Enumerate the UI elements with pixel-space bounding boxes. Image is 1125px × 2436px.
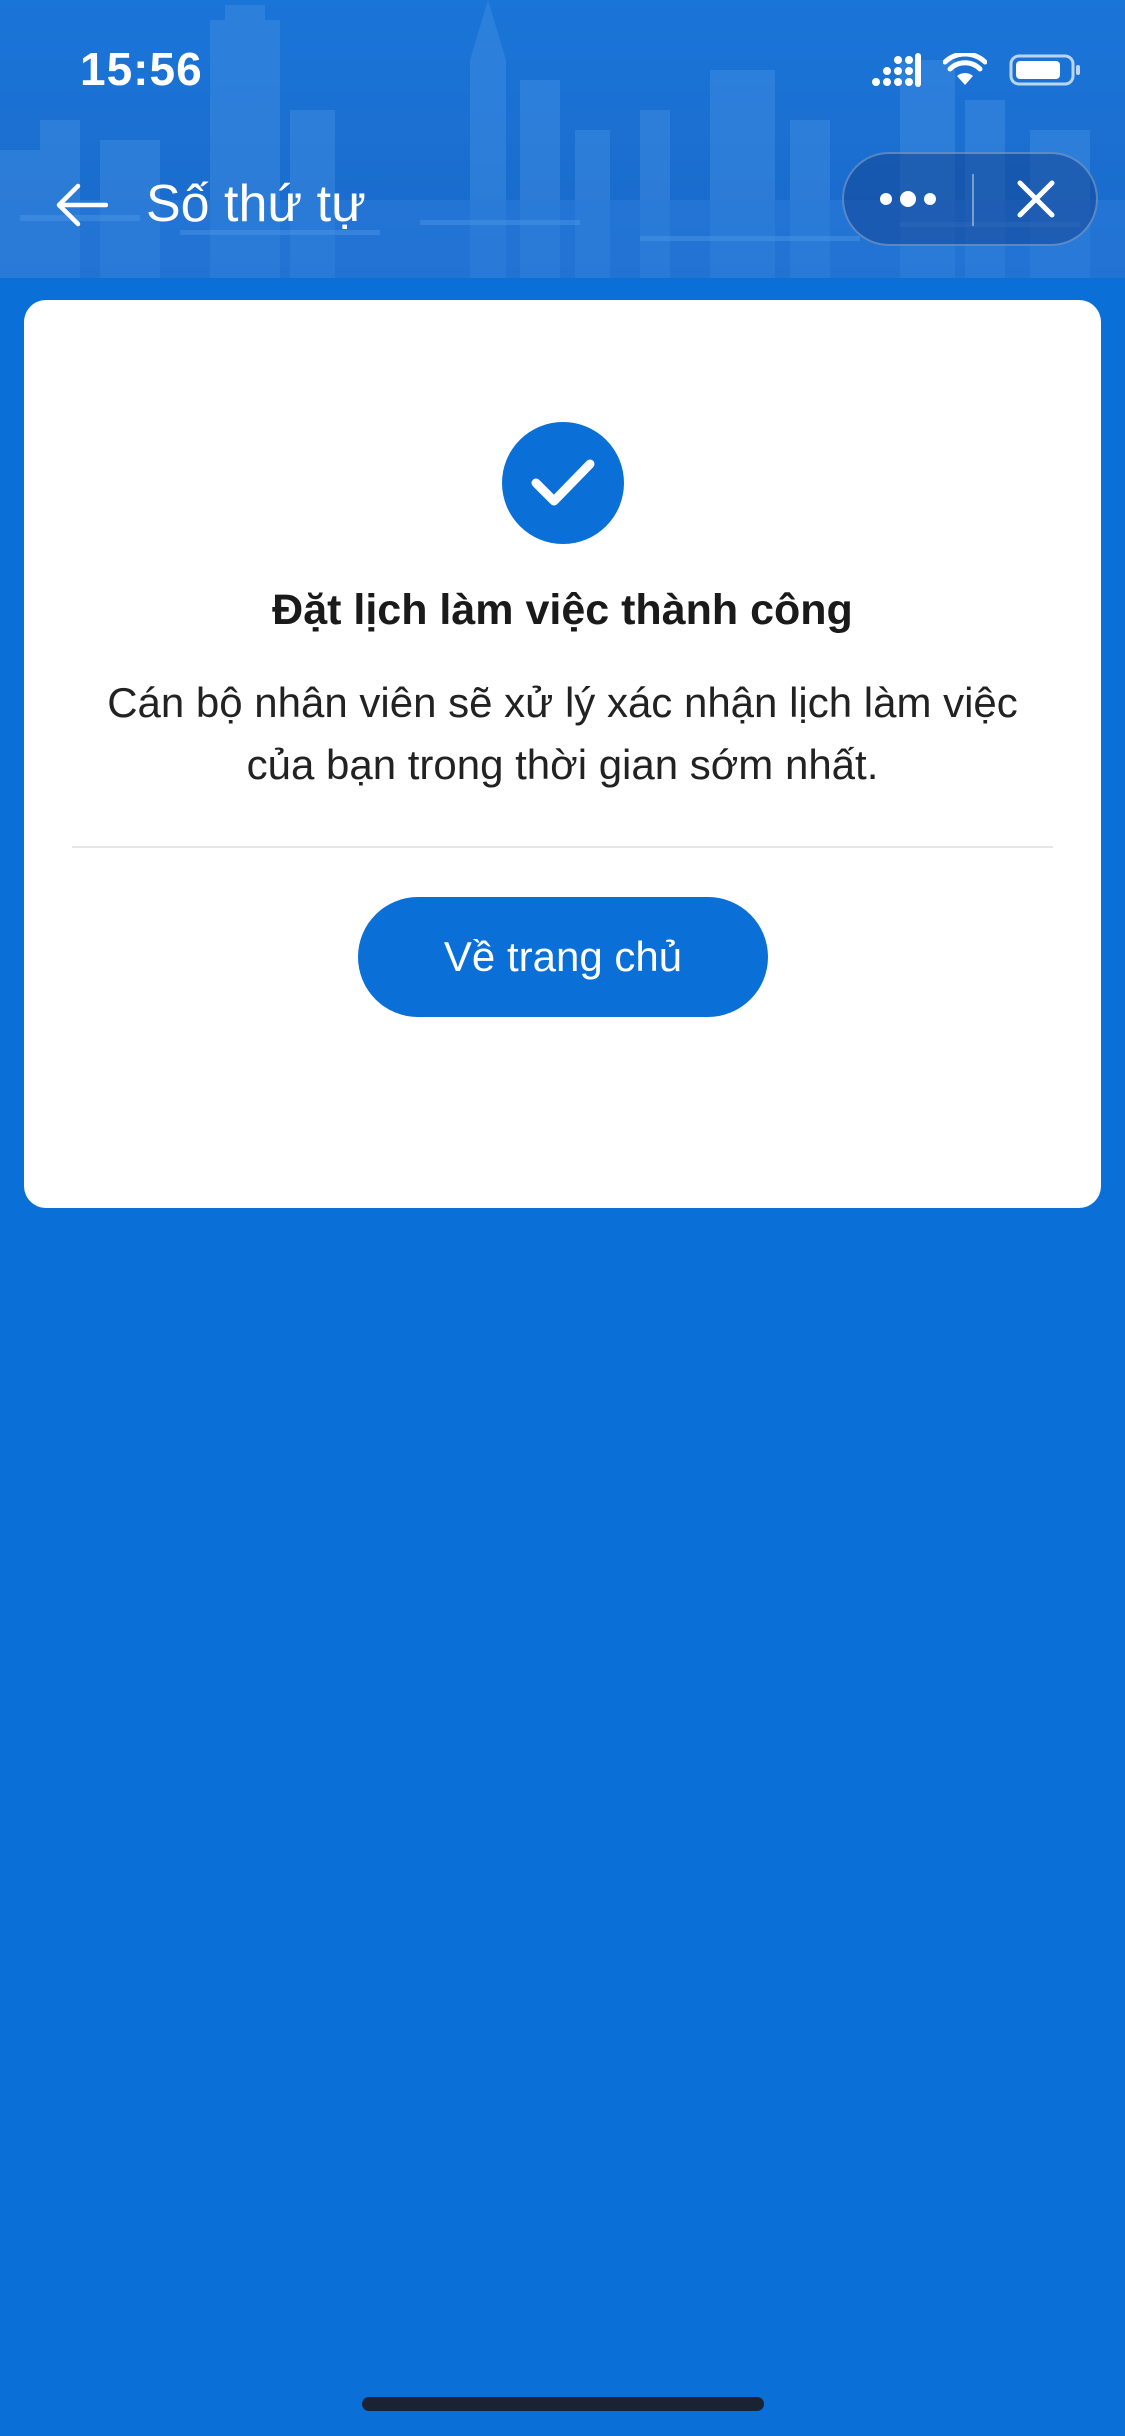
status-icons <box>871 50 1081 90</box>
home-button[interactable]: Về trang chủ <box>358 897 768 1017</box>
close-button[interactable] <box>974 154 1098 244</box>
app-screen: 15:56 Số thứ tự Đặt lịch làm việc thành … <box>0 0 1125 2436</box>
result-title: Đặt lịch làm việc thành công <box>272 586 853 634</box>
mini-program-capsule <box>842 152 1098 246</box>
card-divider <box>72 846 1053 848</box>
status-time: 15:56 <box>80 43 203 95</box>
status-bar: 15:56 <box>0 0 1125 140</box>
result-card: Đặt lịch làm việc thành công Cán bộ nhân… <box>24 300 1101 1208</box>
close-icon <box>1017 180 1055 218</box>
page-title: Số thứ tự <box>146 175 366 233</box>
navigation-bar: Số thứ tự <box>0 140 1125 270</box>
result-message: Cán bộ nhân viên sẽ xử lý xác nhận lịch … <box>107 679 1018 788</box>
arrow-left-icon <box>56 183 108 227</box>
header: 15:56 Số thứ tự <box>0 0 1125 278</box>
back-button[interactable] <box>52 175 112 235</box>
battery-icon <box>1009 54 1080 86</box>
check-circle-icon <box>502 422 624 544</box>
wifi-icon <box>943 53 987 85</box>
cellular-signal-icon <box>872 53 921 87</box>
checkmark-icon <box>531 459 595 506</box>
home-indicator[interactable] <box>362 2397 764 2411</box>
more-dots-icon <box>880 191 936 207</box>
more-button[interactable] <box>844 154 972 244</box>
